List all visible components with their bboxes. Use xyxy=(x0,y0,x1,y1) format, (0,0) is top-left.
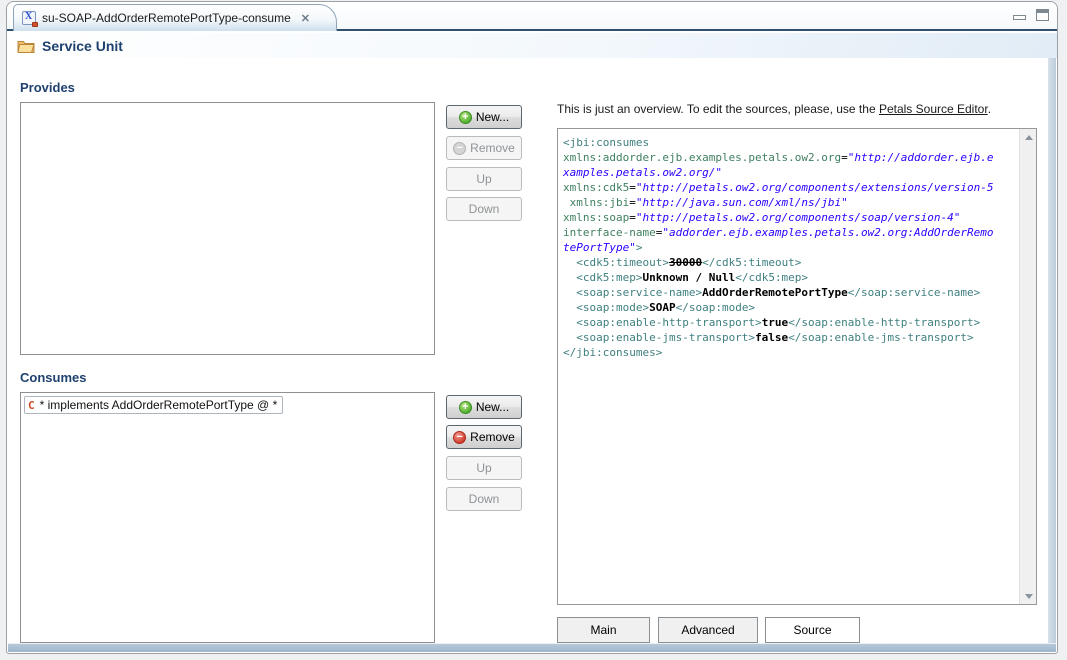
minus-icon: − xyxy=(453,142,466,155)
consumes-list[interactable]: C * implements AddOrderRemotePortType @ … xyxy=(20,392,435,643)
button-label: Down xyxy=(469,492,500,506)
folder-icon xyxy=(17,39,35,53)
consumes-down-button: Down xyxy=(446,487,522,511)
source-preview: <jbi:consumesxmlns:addorder.ejb.examples… xyxy=(557,128,1037,605)
xml-file-dot xyxy=(32,22,38,27)
code-line: xmlns:jbi="http://java.sun.com/xml/ns/jb… xyxy=(563,195,1017,210)
consumes-remove-button[interactable]: − Remove xyxy=(446,425,522,449)
button-label: Remove xyxy=(470,141,515,155)
code-line: <cdk5:mep>Unknown / Null</cdk5:mep> xyxy=(563,270,1017,285)
button-label: Up xyxy=(476,461,491,475)
provides-remove-button: − Remove xyxy=(446,136,522,160)
code-line: xamples.petals.ow2.org/" xyxy=(563,165,1017,180)
consumes-section-title: Consumes xyxy=(20,370,86,385)
code-line: xmlns:addorder.ejb.examples.petals.ow2.o… xyxy=(563,150,1017,165)
code-line: xmlns:soap="http://petals.ow2.org/compon… xyxy=(563,210,1017,225)
list-item-label: * implements AddOrderRemotePortType @ * xyxy=(40,398,278,412)
provides-down-button: Down xyxy=(446,197,522,221)
scroll-up-button[interactable] xyxy=(1020,129,1037,145)
overview-prefix: This is just an overview. To edit the so… xyxy=(557,102,879,116)
button-label: New... xyxy=(476,400,509,414)
tab-advanced[interactable]: Advanced xyxy=(658,617,758,643)
source-code[interactable]: <jbi:consumesxmlns:addorder.ejb.examples… xyxy=(558,129,1019,604)
minimize-icon[interactable] xyxy=(1013,15,1026,20)
minus-icon: − xyxy=(453,431,466,444)
plus-icon: + xyxy=(459,111,472,124)
provides-section-title: Provides xyxy=(20,80,75,95)
scroll-up-icon xyxy=(1025,135,1033,140)
window-right-border xyxy=(1048,58,1056,648)
tab-source[interactable]: Source xyxy=(765,617,860,643)
scroll-down-button[interactable] xyxy=(1020,588,1037,604)
form-header: Service Unit xyxy=(7,33,1057,58)
editor-tab-bar: X su-SOAP-AddOrderRemotePortType-consume… xyxy=(7,2,1057,31)
view-controls xyxy=(1013,9,1049,21)
code-line: <jbi:consumes xyxy=(563,135,1017,150)
window-bottom-border xyxy=(8,643,1056,652)
code-scrollbar[interactable] xyxy=(1019,129,1036,604)
overview-suffix: . xyxy=(988,102,991,116)
code-line: interface-name="addorder.ejb.examples.pe… xyxy=(563,225,1017,240)
main-content: Provides + New... − Remove Up Down Consu… xyxy=(7,58,1050,648)
page-title: Service Unit xyxy=(42,38,123,54)
code-line: <soap:service-name>AddOrderRemotePortTyp… xyxy=(563,285,1017,300)
xml-file-icon: X xyxy=(22,11,36,25)
button-label: Down xyxy=(469,202,500,216)
provides-new-button[interactable]: + New... xyxy=(446,105,522,129)
tab-main[interactable]: Main xyxy=(557,617,650,643)
code-line: <soap:enable-http-transport>true</soap:e… xyxy=(563,315,1017,330)
editor-tab[interactable]: X su-SOAP-AddOrderRemotePortType-consume… xyxy=(13,4,337,31)
overview-text: This is just an overview. To edit the so… xyxy=(557,102,991,116)
consumes-new-button[interactable]: + New... xyxy=(446,395,522,419)
provides-up-button: Up xyxy=(446,167,522,191)
code-line: <soap:mode>SOAP</soap:mode> xyxy=(563,300,1017,315)
consume-type-icon: C xyxy=(28,399,35,412)
code-line: tePortType"> xyxy=(563,240,1017,255)
code-line: xmlns:cdk5="http://petals.ow2.org/compon… xyxy=(563,180,1017,195)
button-label: New... xyxy=(476,110,509,124)
code-line: <cdk5:timeout>30000</cdk5:timeout> xyxy=(563,255,1017,270)
scroll-down-icon xyxy=(1025,594,1033,599)
consumes-list-item[interactable]: C * implements AddOrderRemotePortType @ … xyxy=(24,396,283,414)
consumes-up-button: Up xyxy=(446,456,522,480)
editor-window: X su-SOAP-AddOrderRemotePortType-consume… xyxy=(6,1,1058,654)
maximize-icon[interactable] xyxy=(1036,9,1049,21)
plus-icon: + xyxy=(459,401,472,414)
provides-list[interactable] xyxy=(20,102,435,355)
button-label: Up xyxy=(476,172,491,186)
code-line: <soap:enable-jms-transport>false</soap:e… xyxy=(563,330,1017,345)
tab-close-icon[interactable]: ✕ xyxy=(301,12,310,25)
code-line: </jbi:consumes> xyxy=(563,345,1017,360)
button-label: Remove xyxy=(470,430,515,444)
petals-source-editor-link[interactable]: Petals Source Editor xyxy=(879,102,988,116)
tab-title: su-SOAP-AddOrderRemotePortType-consume xyxy=(42,11,291,25)
